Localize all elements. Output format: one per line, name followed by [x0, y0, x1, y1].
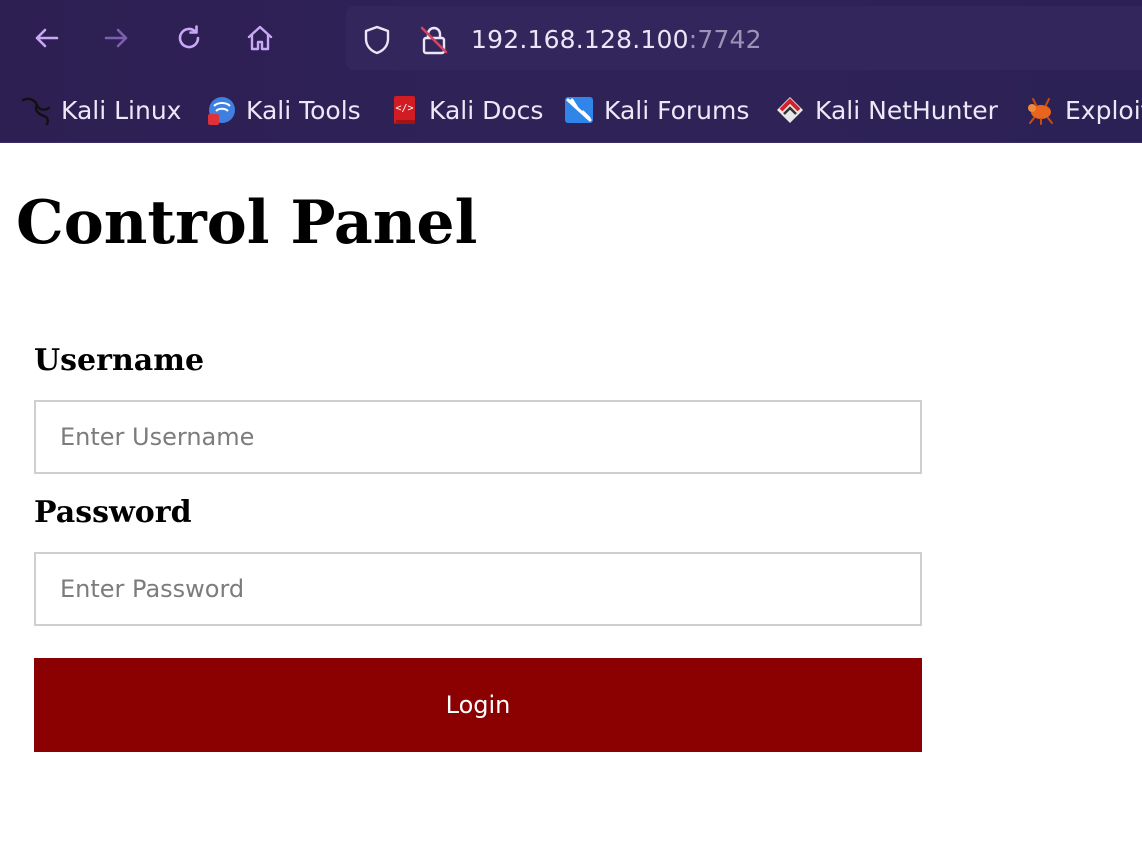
home-button[interactable]: [240, 18, 280, 58]
bookmark-label: Exploit: [1065, 95, 1142, 125]
bookmark-kali-linux[interactable]: Kali Linux: [20, 92, 181, 128]
arrow-right-icon: [104, 28, 128, 48]
insecure-lock-icon[interactable]: [418, 24, 450, 56]
username-input[interactable]: [34, 400, 922, 474]
home-icon: [247, 25, 273, 51]
password-input[interactable]: [34, 552, 922, 626]
bookmark-kali-forums[interactable]: Kali Forums: [563, 92, 749, 128]
bookmark-label: Kali Docs: [429, 95, 544, 125]
page-title: Control Panel: [16, 188, 478, 258]
password-label: Password: [34, 495, 192, 530]
forward-button[interactable]: [97, 18, 137, 58]
bookmark-label: Kali Forums: [604, 95, 750, 125]
arrow-left-icon: [35, 28, 59, 48]
reload-button[interactable]: [169, 18, 209, 58]
bookmark-label: Kali Tools: [246, 95, 361, 125]
kali-nethunter-icon: [774, 94, 806, 126]
exploit-db-icon: [1024, 94, 1056, 126]
svg-text:</>: </>: [395, 103, 413, 114]
url-text[interactable]: 192.168.128.100:7742: [471, 25, 762, 54]
bookmark-kali-docs[interactable]: </> Kali Docs: [388, 92, 543, 128]
username-label: Username: [34, 343, 205, 378]
kali-tools-icon: [205, 94, 237, 126]
login-button[interactable]: Login: [34, 658, 922, 752]
bookmark-kali-nethunter[interactable]: Kali NetHunter: [774, 92, 998, 128]
url-host: 192.168.128.100: [471, 25, 689, 54]
bookmark-label: Kali NetHunter: [815, 95, 998, 125]
reload-icon: [178, 25, 200, 49]
address-bar[interactable]: 192.168.128.100:7742: [346, 6, 1142, 70]
kali-docs-icon: </>: [388, 94, 420, 126]
bookmark-label: Kali Linux: [61, 95, 182, 125]
shield-icon[interactable]: [361, 24, 393, 56]
bookmark-kali-tools[interactable]: Kali Tools: [205, 92, 361, 128]
back-button[interactable]: [26, 18, 66, 58]
url-port: :7742: [688, 25, 762, 54]
kali-forums-icon: [563, 94, 595, 126]
kali-dragon-icon: [20, 94, 52, 126]
browser-toolbar: 192.168.128.100:7742 Kali Linux Kali Too…: [0, 0, 1142, 143]
bookmark-exploit-db[interactable]: Exploit: [1024, 92, 1142, 128]
bookmarks-bar: Kali Linux Kali Tools </> Kali Docs Kali…: [0, 84, 1142, 136]
